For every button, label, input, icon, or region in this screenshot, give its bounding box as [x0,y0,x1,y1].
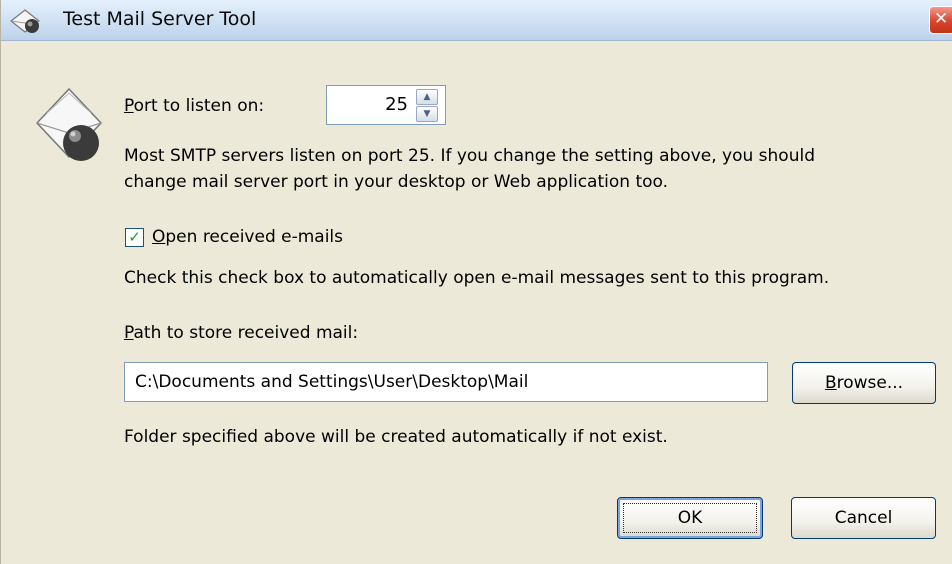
port-label: Port to listen on: [124,96,265,116]
port-value[interactable]: 25 [327,94,408,115]
mail-server-icon [10,9,40,33]
open-received-label[interactable]: Open received e-mails [152,227,343,247]
cancel-button[interactable]: Cancel [791,497,936,539]
chevron-down-icon: ▼ [423,109,431,119]
spin-down-button[interactable]: ▼ [416,106,438,122]
open-received-checkbox[interactable]: ✓ [125,228,144,247]
focus-ring [623,503,757,533]
close-button[interactable]: ✕ [929,6,952,34]
close-icon: ✕ [934,9,949,29]
browse-button[interactable]: Browse... [792,362,936,404]
path-label: Path to store received mail: [124,323,359,343]
window-title: Test Mail Server Tool [63,8,257,30]
path-input[interactable]: C:\Documents and Settings\User\Desktop\M… [124,362,768,402]
dialog-window: Test Mail Server Tool ✕ Port to listen o… [0,0,952,564]
checkmark-icon: ✓ [128,228,141,246]
port-help-line2: change mail server port in your desktop … [124,172,669,192]
spin-up-button[interactable]: ▲ [416,89,438,105]
envelope-globe-icon [35,87,103,161]
title-bar[interactable]: Test Mail Server Tool ✕ [1,0,952,41]
port-spinner[interactable]: 25 ▲ ▼ [326,85,446,125]
open-received-help: Check this check box to automatically op… [124,268,830,288]
chevron-up-icon: ▲ [423,92,431,102]
path-help: Folder specified above will be created a… [124,427,668,447]
ok-button[interactable]: OK [617,497,763,539]
port-help-line1: Most SMTP servers listen on port 25. If … [124,146,815,166]
dialog-body: Port to listen on: 25 ▲ ▼ Most SMTP serv… [1,41,952,564]
